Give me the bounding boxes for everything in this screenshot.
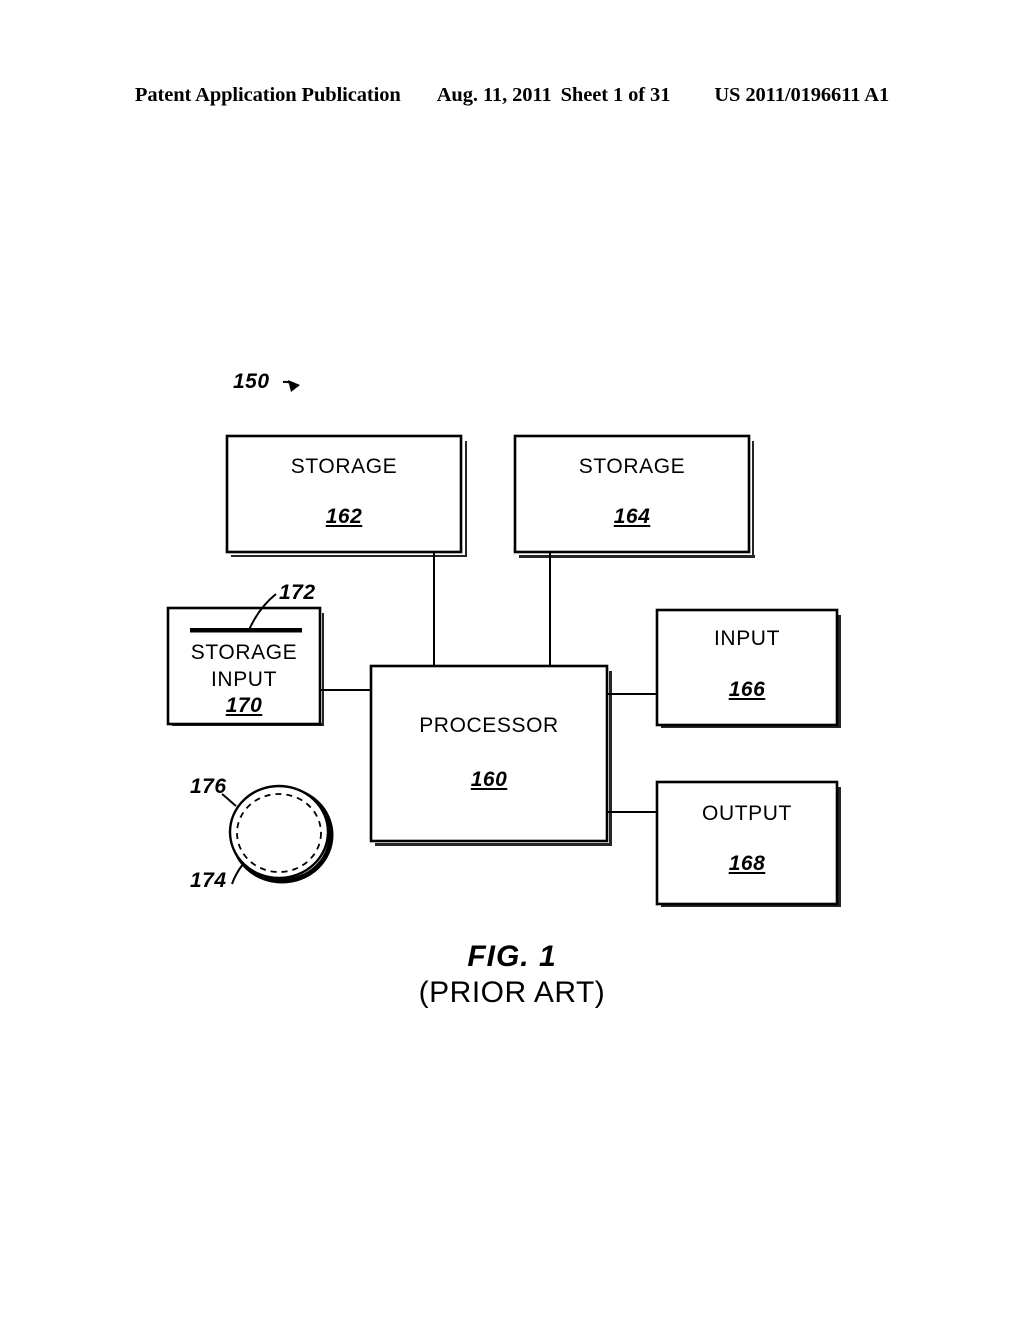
processor-160-ref: 160 [470,768,508,791]
figure-1-diagram: 150 STORAGE 162 STORAGE 164 STORAGE INPU… [0,0,1024,1320]
input-166-ref: 166 [728,678,766,701]
system-reference-numeral: 150 [233,370,270,393]
storage-input-170-label-line1: STORAGE [190,641,298,664]
storage-162-ref: 162 [325,505,363,528]
processor-160-box [369,664,612,846]
storage-input-170-label-line2: INPUT [211,668,277,691]
system-ref-arrow-icon [282,380,300,392]
optical-disc-icon [221,784,334,885]
output-168-ref: 168 [728,852,766,875]
figure-vector-layer [166,380,841,907]
storage-input-170-ref: 170 [225,694,263,717]
output-168-label: OUTPUT [702,802,792,825]
storage-164-label: STORAGE [578,455,686,478]
storage-162-label: STORAGE [290,455,398,478]
storage-164-ref: 164 [613,505,651,528]
disc-outer-ref-176: 176 [190,775,227,798]
figure-caption-title: FIG. 1 [467,940,557,973]
input-166-label: INPUT [714,627,780,650]
media-slot-ref-172: 172 [279,581,316,604]
figure-caption-subtitle: (PRIOR ART) [418,976,606,1009]
disc-inner-ref-174: 174 [190,869,227,892]
processor-160-label: PROCESSOR [419,714,559,737]
media-slot-icon [190,628,302,633]
leader-line-174 [231,863,244,885]
